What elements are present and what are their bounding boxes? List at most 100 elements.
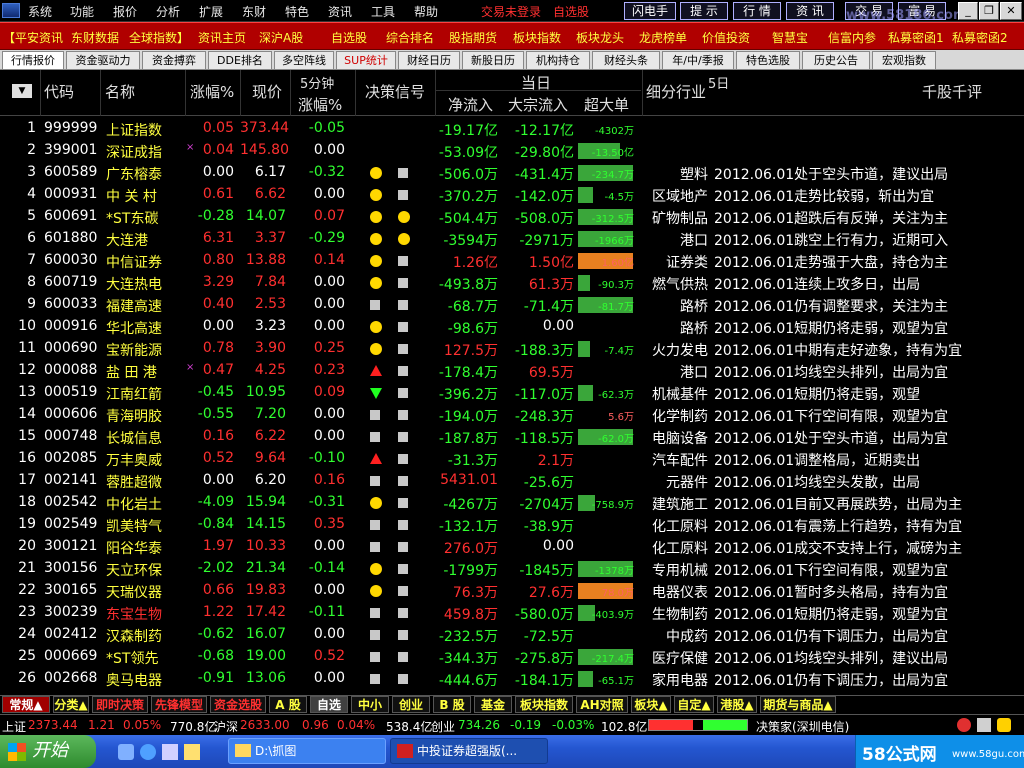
- stock-name[interactable]: 万丰奥威: [106, 450, 162, 470]
- stock-name[interactable]: 大连热电: [106, 274, 162, 294]
- restore-icon[interactable]: ❐: [979, 2, 999, 20]
- taskbar-window-folder[interactable]: D:\抓图: [228, 738, 386, 764]
- stock-name[interactable]: 长城信息: [106, 428, 162, 448]
- link-shsz-a[interactable]: 深沪A股: [259, 29, 303, 46]
- stock-name[interactable]: 江南红箭: [106, 384, 162, 404]
- col-5min-top[interactable]: 5分钟: [300, 73, 334, 92]
- news-button[interactable]: 资 讯: [786, 2, 834, 20]
- close-icon[interactable]: ✕: [1000, 2, 1022, 20]
- col-price[interactable]: 现价: [252, 81, 282, 102]
- stock-name[interactable]: 福建高速: [106, 296, 162, 316]
- ie-icon[interactable]: [140, 744, 156, 760]
- stock-name[interactable]: 天立环保: [106, 560, 162, 580]
- menu-help[interactable]: 帮助: [414, 3, 438, 20]
- link-private-letter-2[interactable]: 私募密函2: [952, 29, 1008, 46]
- stock-name[interactable]: 宝新能源: [106, 340, 162, 360]
- server-name[interactable]: 决策家(深圳电信): [756, 718, 849, 735]
- table-row[interactable]: 8 600719 大连热电 3.29 7.84 0.00 -493.8万 61.3万 -90.3…: [0, 272, 1024, 294]
- col-industry[interactable]: 细分行业: [646, 81, 706, 102]
- table-row[interactable]: 2 399001 深证成指 × 0.04 145.80 0.00 -53.09亿 -29.80亿…: [0, 140, 1024, 162]
- tab-capital-drive[interactable]: 资金驱动力: [66, 51, 140, 69]
- col-5day[interactable]: 5日: [708, 73, 729, 92]
- alert-button[interactable]: 提 示: [680, 2, 728, 20]
- link-dragon-tiger[interactable]: 龙虎榜单: [639, 29, 687, 46]
- bottom-tab-11[interactable]: 板块指数: [515, 696, 573, 713]
- col-block-inflow[interactable]: 大宗流入: [508, 94, 568, 115]
- flash-trade-button[interactable]: 闪电手: [624, 2, 676, 20]
- table-row[interactable]: 6 601880 大连港 6.31 3.37 -0.29 -3594万 -2971万 -1966…: [0, 228, 1024, 250]
- col-comment[interactable]: 千股千评: [922, 81, 982, 102]
- link-sector-index[interactable]: 板块指数: [513, 29, 561, 46]
- taskbar-window-app[interactable]: 中投证券超强版(...: [390, 738, 548, 764]
- stock-name[interactable]: *ST东碳: [106, 208, 158, 228]
- sort-menu-icon[interactable]: ▼: [12, 84, 32, 98]
- start-button[interactable]: 开始: [0, 735, 96, 768]
- menu-quote[interactable]: 报价: [113, 3, 137, 20]
- menu-analysis[interactable]: 分析: [156, 3, 180, 20]
- tab-feature-select[interactable]: 特色选股: [736, 51, 800, 69]
- table-row[interactable]: 24 002412 汉森制药 -0.62 16.07 0.00 -232.5万 -72.5万 中…: [0, 624, 1024, 646]
- link-self-select[interactable]: 自选股: [331, 29, 367, 46]
- table-row[interactable]: 12 000088 盐 田 港 × 0.47 4.25 0.23 -178.4万 69.5万 港口…: [0, 360, 1024, 382]
- tab-dde-rank[interactable]: DDE排名: [208, 51, 272, 69]
- stock-name[interactable]: 东宝生物: [106, 604, 162, 624]
- bottom-tab-3[interactable]: 先锋模型: [151, 696, 207, 713]
- bottom-tab-13[interactable]: 板块▲: [631, 696, 671, 713]
- col-change-pct[interactable]: 涨幅%: [190, 81, 234, 102]
- self-select-link[interactable]: 自选股: [553, 3, 589, 20]
- bottom-tab-0[interactable]: 常规▲: [2, 696, 50, 713]
- tab-institution-hold[interactable]: 机构持仓: [526, 51, 590, 69]
- table-row[interactable]: 14 000606 青海明胶 -0.55 7.20 0.00 -194.0万 -248.3万 5…: [0, 404, 1024, 426]
- table-row[interactable]: 15 000748 长城信息 0.16 6.22 0.00 -187.8万 -118.5万 -6…: [0, 426, 1024, 448]
- table-row[interactable]: 18 002542 中化岩土 -4.09 15.94 -0.31 -4267万 -2704万 -…: [0, 492, 1024, 514]
- stock-name[interactable]: 天瑞仪器: [106, 582, 162, 602]
- stock-name[interactable]: 广东榕泰: [106, 164, 162, 184]
- stock-name[interactable]: 中信证券: [106, 252, 162, 272]
- table-row[interactable]: 7 600030 中信证券 0.80 13.88 0.14 1.26亿 1.50亿 1.60亿 证…: [0, 250, 1024, 272]
- minimize-icon[interactable]: _: [958, 2, 978, 20]
- col-signal[interactable]: 决策信号: [365, 81, 425, 102]
- table-row[interactable]: 9 600033 福建高速 0.40 2.53 0.00 -68.7万 -71.4万 -81.7…: [0, 294, 1024, 316]
- link-private-letter-1[interactable]: 私募密函1: [888, 29, 944, 46]
- table-row[interactable]: 21 300156 天立环保 -2.02 21.34 -0.14 -1799万 -1845万 -…: [0, 558, 1024, 580]
- stock-name[interactable]: 深证成指: [106, 142, 162, 162]
- link-smart-treasure[interactable]: 智慧宝: [772, 29, 808, 46]
- link-news-home[interactable]: 资讯主页: [198, 29, 246, 46]
- app-logo-icon[interactable]: [2, 3, 20, 18]
- col-5min-bottom[interactable]: 涨幅%: [298, 94, 342, 115]
- link-value-invest[interactable]: 价值投资: [702, 29, 750, 46]
- bottom-tab-12[interactable]: AH对照: [576, 696, 628, 713]
- table-row[interactable]: 10 000916 华北高速 0.00 3.23 0.00 -98.6万 0.00 路桥 2012…: [0, 316, 1024, 338]
- col-net-inflow[interactable]: 净流入: [448, 94, 493, 115]
- tab-history-notice[interactable]: 历史公告: [802, 51, 870, 69]
- stock-name[interactable]: 大连港: [106, 230, 148, 250]
- link-ranking[interactable]: 综合排名: [386, 29, 434, 46]
- stock-name[interactable]: 凯美特气: [106, 516, 162, 536]
- table-row[interactable]: 25 000669 *ST领先 -0.68 19.00 0.52 -344.3万 -275.8…: [0, 646, 1024, 668]
- bottom-tab-1[interactable]: 分类▲: [53, 696, 89, 713]
- table-row[interactable]: 16 002085 万丰奥威 0.52 9.64 -0.10 -31.3万 2.1万 汽车配件 2…: [0, 448, 1024, 470]
- tab-quote[interactable]: 行情报价: [2, 51, 64, 69]
- bottom-tab-9[interactable]: B 股: [433, 696, 471, 713]
- stock-name[interactable]: 中化岩土: [106, 494, 162, 514]
- stock-name[interactable]: 青海明胶: [106, 406, 162, 426]
- link-eastmoney-data[interactable]: 东财数据: [71, 29, 119, 46]
- menu-feature[interactable]: 特色: [285, 3, 309, 20]
- bottom-tab-4[interactable]: 资金选股: [210, 696, 266, 713]
- show-desktop-icon[interactable]: [118, 744, 134, 760]
- bottom-tab-10[interactable]: 基金: [474, 696, 512, 713]
- tab-headlines[interactable]: 财经头条: [592, 51, 660, 69]
- table-row[interactable]: 19 002549 凯美特气 -0.84 14.15 0.35 -132.1万 -38.9万 化…: [0, 514, 1024, 536]
- table-row[interactable]: 5 600691 *ST东碳 -0.28 14.07 0.07 -504.4万 -508.0万…: [0, 206, 1024, 228]
- trade-login-status[interactable]: 交易未登录: [481, 3, 541, 20]
- link-pingan-news[interactable]: 【平安资讯: [3, 29, 63, 46]
- bottom-tab-7[interactable]: 中小: [351, 696, 389, 713]
- bottom-tab-2[interactable]: 即时决策: [92, 696, 148, 713]
- link-index-futures[interactable]: 股指期货: [449, 29, 497, 46]
- table-row[interactable]: 20 300121 阳谷华泰 1.97 10.33 0.00 276.0万 0.00 化工原料 2…: [0, 536, 1024, 558]
- col-name[interactable]: 名称: [105, 81, 135, 102]
- table-row[interactable]: 26 002668 奥马电器 -0.91 13.06 0.00 -444.6万 -184.1万…: [0, 668, 1024, 690]
- paint-icon[interactable]: [184, 744, 200, 760]
- stock-name[interactable]: *ST领先: [106, 648, 158, 668]
- table-row[interactable]: 4 000931 中 关 村 0.61 6.62 0.00 -370.2万 -142.0万 -4…: [0, 184, 1024, 206]
